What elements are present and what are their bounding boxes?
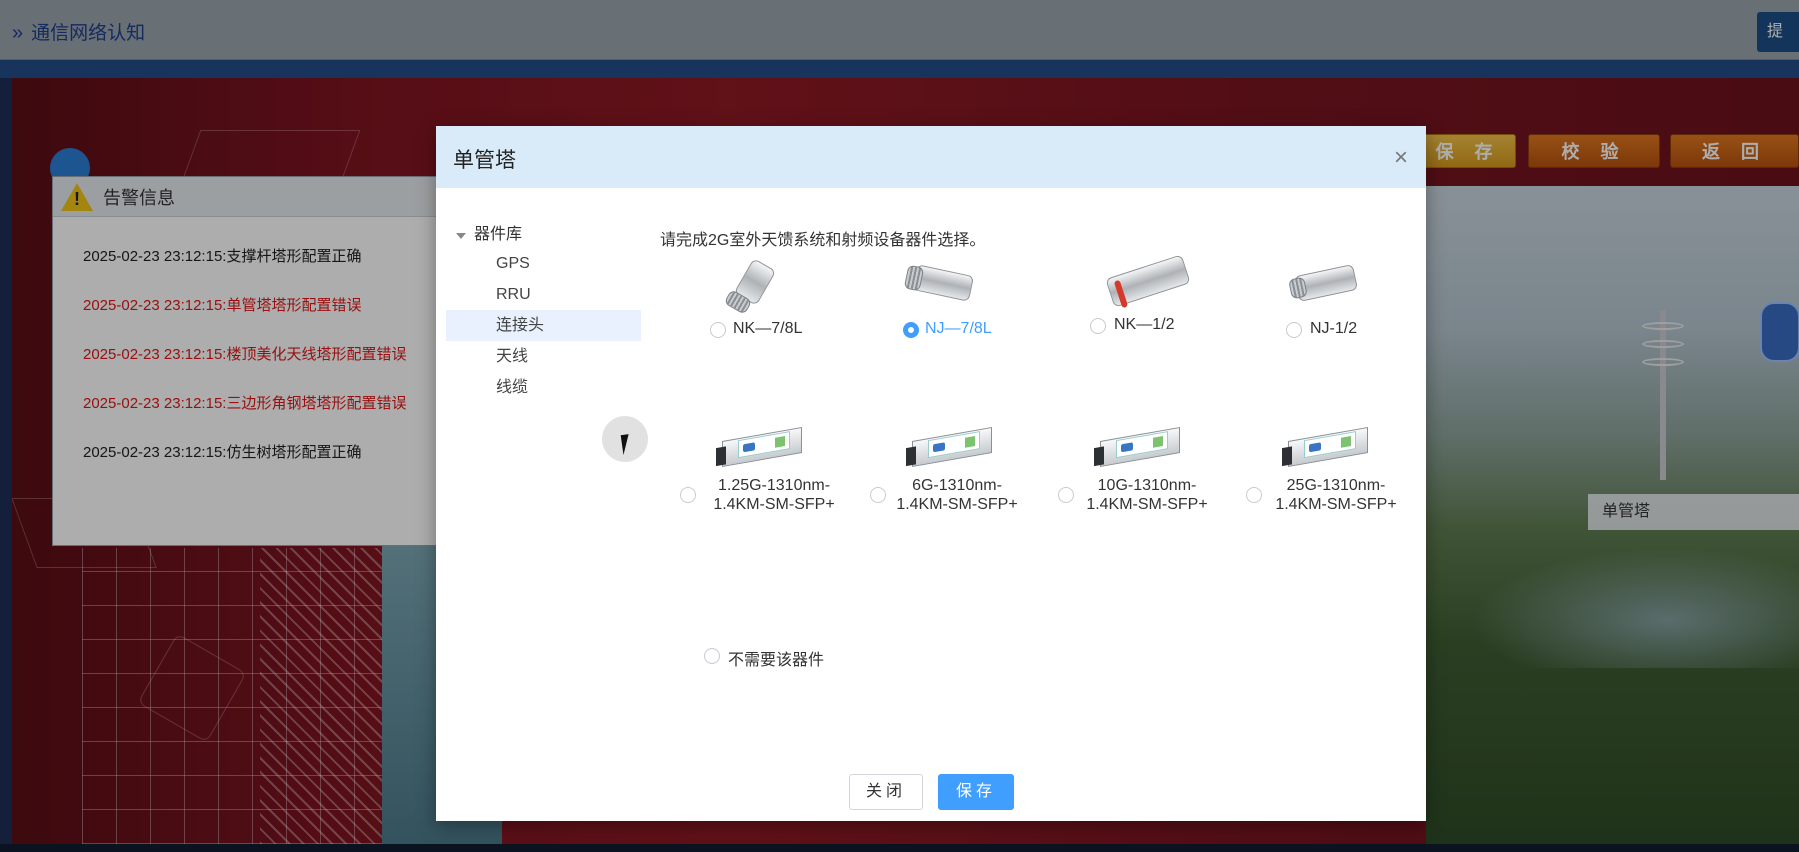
sfp-module-image (906, 419, 992, 473)
sfp-module-image (1282, 419, 1368, 473)
option-label: NK—1/2 (1114, 316, 1175, 333)
radio-button[interactable] (1286, 322, 1302, 338)
option-label: 25G-1310nm-1.4KM-SM-SFP+ (1275, 477, 1397, 513)
option-nk-1-2[interactable]: NK—1/2 (1090, 254, 1238, 336)
option-nj-7-8l[interactable]: NJ—7/8L (903, 256, 1046, 338)
sfp-module-image (716, 419, 802, 473)
radio-button[interactable] (1058, 487, 1074, 503)
option-label: 不需要该器件 (728, 652, 825, 669)
radio-button[interactable] (704, 648, 720, 664)
option-label: 6G-1310nm-1.4KM-SM-SFP+ (896, 477, 1018, 513)
component-library-tree: 器件库 GPS RRU 连接头 天线 线缆 (446, 222, 641, 403)
option-label: NK—7/8L (733, 320, 803, 337)
option-sfp-1-25g[interactable]: 1.25G-1310nm-1.4KM-SM-SFP+ (680, 426, 835, 526)
radio-button[interactable] (870, 487, 886, 503)
option-sfp-25g[interactable]: 25G-1310nm-1.4KM-SM-SFP+ (1246, 426, 1418, 526)
instruction-text: 请完成2G室外天馈系统和射频设备器件选择。 (660, 232, 986, 249)
option-sfp-10g[interactable]: 10G-1310nm-1.4KM-SM-SFP+ (1058, 426, 1210, 526)
sfp-module-image (1094, 419, 1180, 473)
radio-button[interactable] (680, 487, 696, 503)
bottom-bar (0, 844, 1799, 852)
option-label: NJ-1/2 (1310, 320, 1358, 337)
option-label: 1.25G-1310nm-1.4KM-SM-SFP+ (713, 477, 835, 513)
close-icon[interactable]: × (1394, 146, 1408, 170)
option-sfp-6g[interactable]: 6G-1310nm-1.4KM-SM-SFP+ (870, 426, 1022, 526)
component-select-dialog: 单管塔 × 器件库 GPS RRU 连接头 天线 线缆 请完成2G室外天馈系统和… (436, 126, 1426, 821)
option-not-needed[interactable]: 不需要该器件 (704, 646, 864, 676)
save-button[interactable]: 保存 (938, 774, 1014, 810)
tree-root-label: 器件库 (474, 226, 523, 243)
radio-button[interactable] (1090, 318, 1106, 334)
option-label: NJ—7/8L (925, 320, 992, 337)
mouse-cursor-icon (620, 432, 640, 456)
tree-item-gps[interactable]: GPS (446, 248, 641, 279)
tree-item-antenna[interactable]: 天线 (446, 341, 641, 372)
option-label: 10G-1310nm-1.4KM-SM-SFP+ (1086, 477, 1208, 513)
caret-down-icon[interactable] (456, 233, 466, 239)
dialog-title: 单管塔 (453, 149, 516, 172)
close-button[interactable]: 关闭 (849, 774, 923, 810)
radio-button[interactable] (710, 322, 726, 338)
tree-item-cable[interactable]: 线缆 (446, 372, 641, 403)
option-nj-1-2[interactable]: NJ-1/2 (1286, 256, 1424, 338)
tree-root-component-library[interactable]: 器件库 (446, 222, 641, 248)
option-nk-7-8l[interactable]: NK—7/8L (710, 256, 856, 338)
tree-item-rru[interactable]: RRU (446, 279, 641, 310)
dialog-header: 单管塔 × (436, 126, 1426, 188)
radio-button[interactable] (1246, 487, 1262, 503)
tree-item-connector[interactable]: 连接头 (446, 310, 641, 341)
radio-button[interactable] (903, 322, 919, 338)
